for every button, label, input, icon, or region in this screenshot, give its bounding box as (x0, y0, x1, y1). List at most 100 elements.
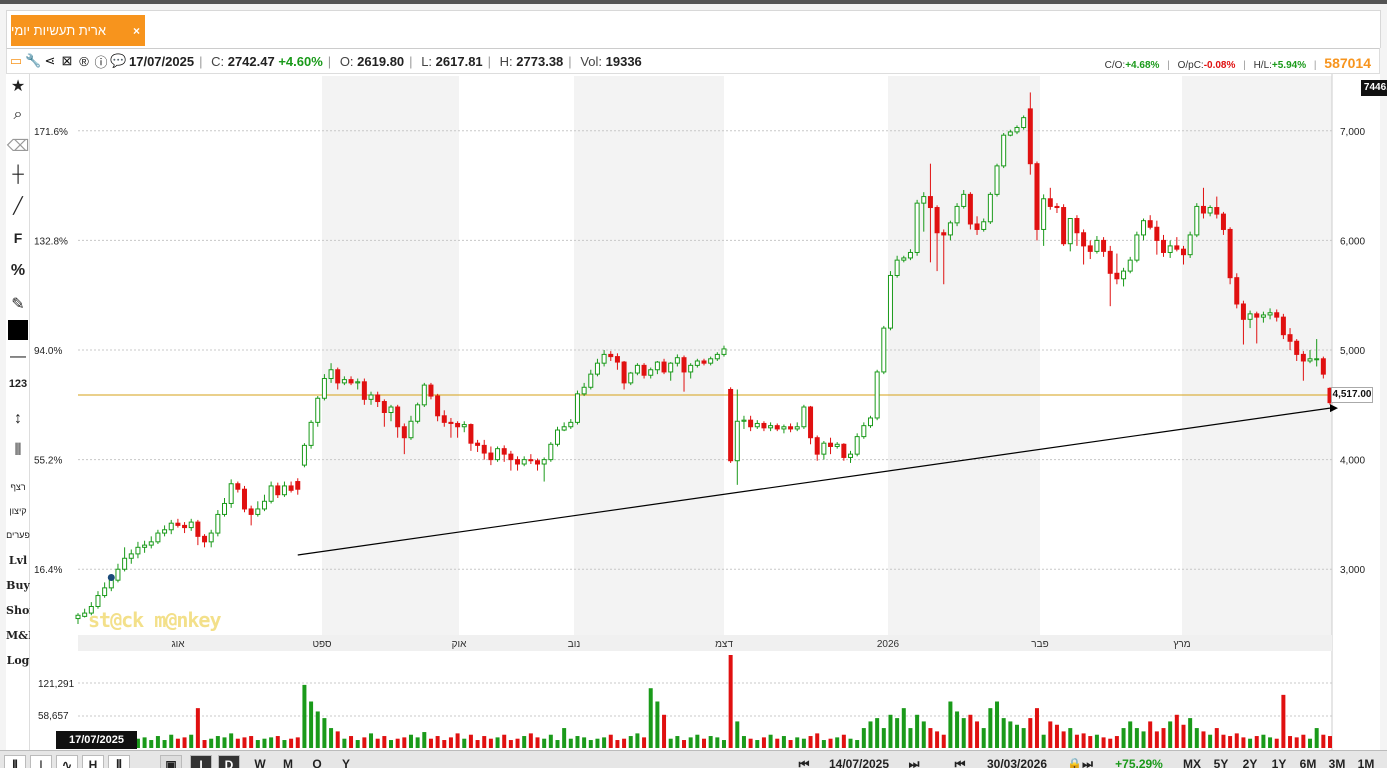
volume-bar (588, 740, 593, 748)
prev-start-icon[interactable]: ⏮ (790, 755, 818, 768)
candle-type-icon[interactable]: ⫴ (4, 755, 26, 768)
candle-body (528, 459, 534, 462)
percent-icon[interactable]: % (6, 262, 30, 280)
candle-body (581, 386, 587, 395)
hline-icon[interactable]: — (6, 348, 30, 366)
range-3M[interactable]: 3M (1324, 755, 1350, 768)
candle-body (854, 436, 860, 455)
volume-bar (508, 740, 513, 748)
tool-log[interactable]: Log (6, 654, 30, 667)
close-icon[interactable]: × (133, 24, 140, 38)
candle-body (781, 426, 787, 430)
screenshot-icon[interactable]: ▣ (160, 755, 182, 768)
tab-chart[interactable]: ארית תעשיות יומי × (11, 15, 145, 46)
wrench-icon[interactable]: 🔧 (25, 53, 41, 69)
candle-body (861, 425, 867, 438)
volume-bar (1188, 718, 1193, 748)
volume-bar (855, 740, 860, 748)
range-1M[interactable]: 1M (1353, 755, 1379, 768)
range-6M[interactable]: 6M (1295, 755, 1321, 768)
volume-bar (1268, 737, 1273, 748)
interval-Q[interactable]: Q (305, 755, 329, 768)
window-icon[interactable]: ▭ (8, 53, 24, 69)
candle-body (135, 546, 141, 555)
range-5Y[interactable]: 5Y (1208, 755, 1234, 768)
search-icon[interactable]: ⌕ (6, 106, 30, 124)
info-icon[interactable]: ⓘ (93, 52, 109, 71)
ratio-summary: C/O:+4.68% | O/pC:-0.08% | H/L:+5.94% | … (1104, 55, 1371, 71)
volume-bar (908, 728, 913, 748)
open-label: O: (339, 53, 354, 69)
volume-bar (175, 738, 180, 748)
interval-M[interactable]: M (276, 755, 300, 768)
interval-Y[interactable]: Y (334, 755, 358, 768)
month-band (1182, 76, 1332, 635)
color-icon[interactable] (6, 320, 30, 345)
candle-body (1200, 205, 1206, 214)
edit-icon[interactable]: ✎ (6, 294, 30, 314)
ohlc-type-icon[interactable]: ⫼ (108, 755, 130, 768)
low-value: 2617.81 (435, 53, 483, 69)
tool-sequence[interactable]: רצף (6, 482, 30, 492)
volume-bar (868, 721, 873, 748)
tool-short[interactable]: Short (6, 604, 40, 617)
interval-W[interactable]: W (248, 755, 272, 768)
chart-area[interactable]: 7,000 171.6% 6,000 132.8% 5,000 94.0% 4,000 55.… (30, 74, 1380, 750)
hl-type-icon[interactable]: H (82, 755, 104, 768)
measure-icon[interactable]: 123 (6, 378, 30, 390)
candle-icon[interactable]: ⫴ (6, 442, 30, 460)
change-value: +4.60% (278, 53, 323, 69)
interval-I[interactable]: I (190, 755, 212, 768)
tool-gaps[interactable]: פערים (6, 530, 30, 540)
volume-bar (828, 738, 833, 748)
volume-bar (781, 736, 786, 748)
range-end-date[interactable]: 30/03/2026 (980, 755, 1054, 768)
bar-type-icon[interactable]: ⊥ (30, 755, 52, 768)
volume-bar (1261, 734, 1266, 748)
tool-buy[interactable]: Buy (6, 579, 30, 592)
range-MX[interactable]: MX (1178, 755, 1206, 768)
line-icon[interactable]: ╱ (6, 196, 30, 216)
eraser-icon[interactable]: ⌫ (6, 136, 30, 156)
volume-bar (475, 740, 480, 748)
registered-icon[interactable]: ® (76, 54, 92, 69)
fib-icon[interactable]: F (6, 230, 30, 246)
range-2Y[interactable]: 2Y (1237, 755, 1263, 768)
volume-bar (981, 728, 986, 748)
tool-mm[interactable]: M&M (6, 629, 40, 642)
candle-body (321, 378, 327, 399)
prev-end-icon[interactable]: ⏮ (946, 755, 974, 768)
candle-body (848, 453, 854, 458)
excel-icon[interactable]: ⊠ (59, 53, 75, 69)
tool-lvl[interactable]: Lvl (6, 554, 30, 567)
tool-extreme[interactable]: קיצון (6, 506, 30, 516)
range-start-date[interactable]: 14/07/2025 (822, 755, 896, 768)
volume-bar (675, 736, 680, 748)
security-id: 587014 (1324, 55, 1371, 71)
candle-body (981, 221, 987, 230)
volume-bar (688, 737, 693, 748)
volume-bar (349, 736, 354, 748)
crosshair-icon[interactable]: ┼ (6, 166, 30, 184)
line-type-icon[interactable]: ∿ (56, 755, 78, 768)
volume-tick-label: 58,657 (38, 711, 69, 722)
vertical-icon[interactable]: ↕ (6, 410, 30, 428)
share-icon[interactable]: ⋖ (42, 53, 58, 69)
volume-bar (1181, 724, 1186, 748)
candle-body (628, 372, 634, 384)
lock-icon[interactable]: 🔒⏭ (1058, 755, 1102, 768)
comment-icon[interactable]: 💬 (110, 53, 126, 69)
volume-bar (309, 701, 314, 748)
volume-bar (1241, 737, 1246, 748)
range-1Y[interactable]: 1Y (1266, 755, 1292, 768)
candle-body (1027, 108, 1033, 165)
next-start-icon[interactable]: ⏭ (900, 755, 928, 768)
volume-bar (1314, 728, 1319, 748)
volume-bar (1321, 734, 1326, 748)
price-chart[interactable]: 7,000 171.6% 6,000 132.8% 5,000 94.0% 4,000 55.… (30, 74, 1380, 750)
candle-body (674, 357, 680, 364)
star-icon[interactable]: ★ (6, 76, 30, 96)
candle-body (821, 442, 827, 455)
interval-D[interactable]: D (218, 755, 240, 768)
volume-bar (935, 731, 940, 748)
